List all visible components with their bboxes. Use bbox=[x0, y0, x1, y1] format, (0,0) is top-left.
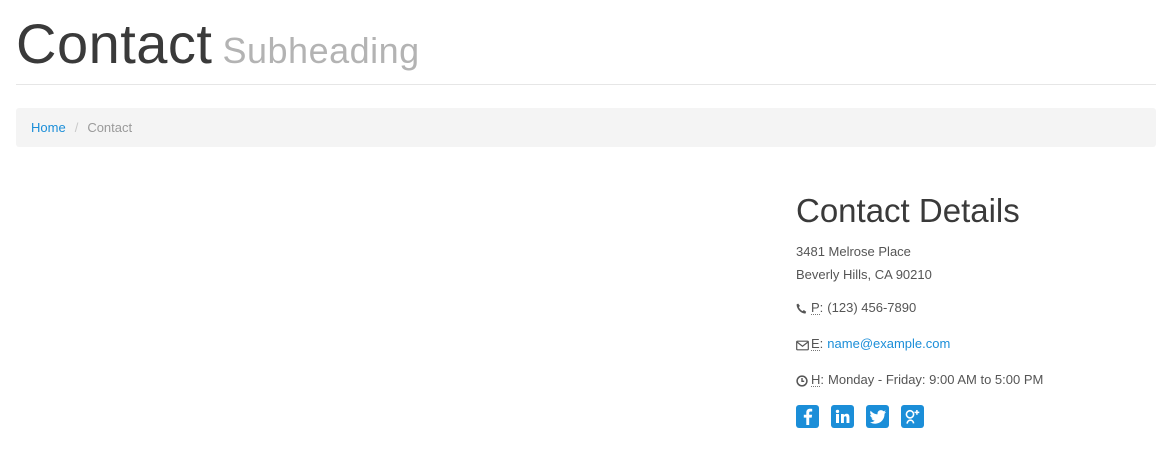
breadcrumb-current: Contact bbox=[87, 120, 133, 135]
envelope-icon bbox=[796, 338, 809, 351]
phone-row: P: (123) 456-7890 bbox=[796, 299, 1156, 317]
breadcrumb-home-link[interactable]: Home bbox=[31, 120, 66, 135]
facebook-icon[interactable] bbox=[796, 405, 819, 428]
email-link[interactable]: name@example.com bbox=[827, 335, 950, 353]
breadcrumb-separator: / bbox=[74, 120, 79, 135]
phone-label: P bbox=[811, 300, 820, 315]
hours-label: H bbox=[811, 372, 821, 387]
page-title-text: Contact bbox=[16, 12, 213, 75]
breadcrumb: Home / Contact bbox=[16, 108, 1156, 147]
page-header: Contact Subheading bbox=[16, 12, 1156, 85]
linkedin-icon[interactable] bbox=[831, 405, 854, 428]
address: 3481 Melrose Place Beverly Hills, CA 902… bbox=[796, 240, 1156, 286]
twitter-icon[interactable] bbox=[866, 405, 889, 428]
email-label: E bbox=[811, 336, 820, 351]
hours-row: H: Monday - Friday: 9:00 AM to 5:00 PM bbox=[796, 371, 1156, 389]
contact-details-heading: Contact Details bbox=[796, 192, 1020, 229]
clock-icon bbox=[796, 374, 808, 387]
page-title: Contact Subheading bbox=[16, 12, 420, 83]
address-line-2: Beverly Hills, CA 90210 bbox=[796, 267, 932, 282]
contact-details: Contact Details 3481 Melrose Place Bever… bbox=[796, 190, 1156, 428]
google-plus-icon[interactable] bbox=[901, 405, 924, 428]
phone-icon bbox=[796, 302, 808, 314]
hours-value: Monday - Friday: 9:00 AM to 5:00 PM bbox=[828, 372, 1044, 387]
email-row: E: name@example.com bbox=[796, 335, 1156, 353]
social-links bbox=[796, 405, 1156, 428]
address-line-1: 3481 Melrose Place bbox=[796, 244, 911, 259]
phone-value: (123) 456-7890 bbox=[827, 300, 917, 315]
page-subtitle: Subheading bbox=[222, 30, 420, 71]
